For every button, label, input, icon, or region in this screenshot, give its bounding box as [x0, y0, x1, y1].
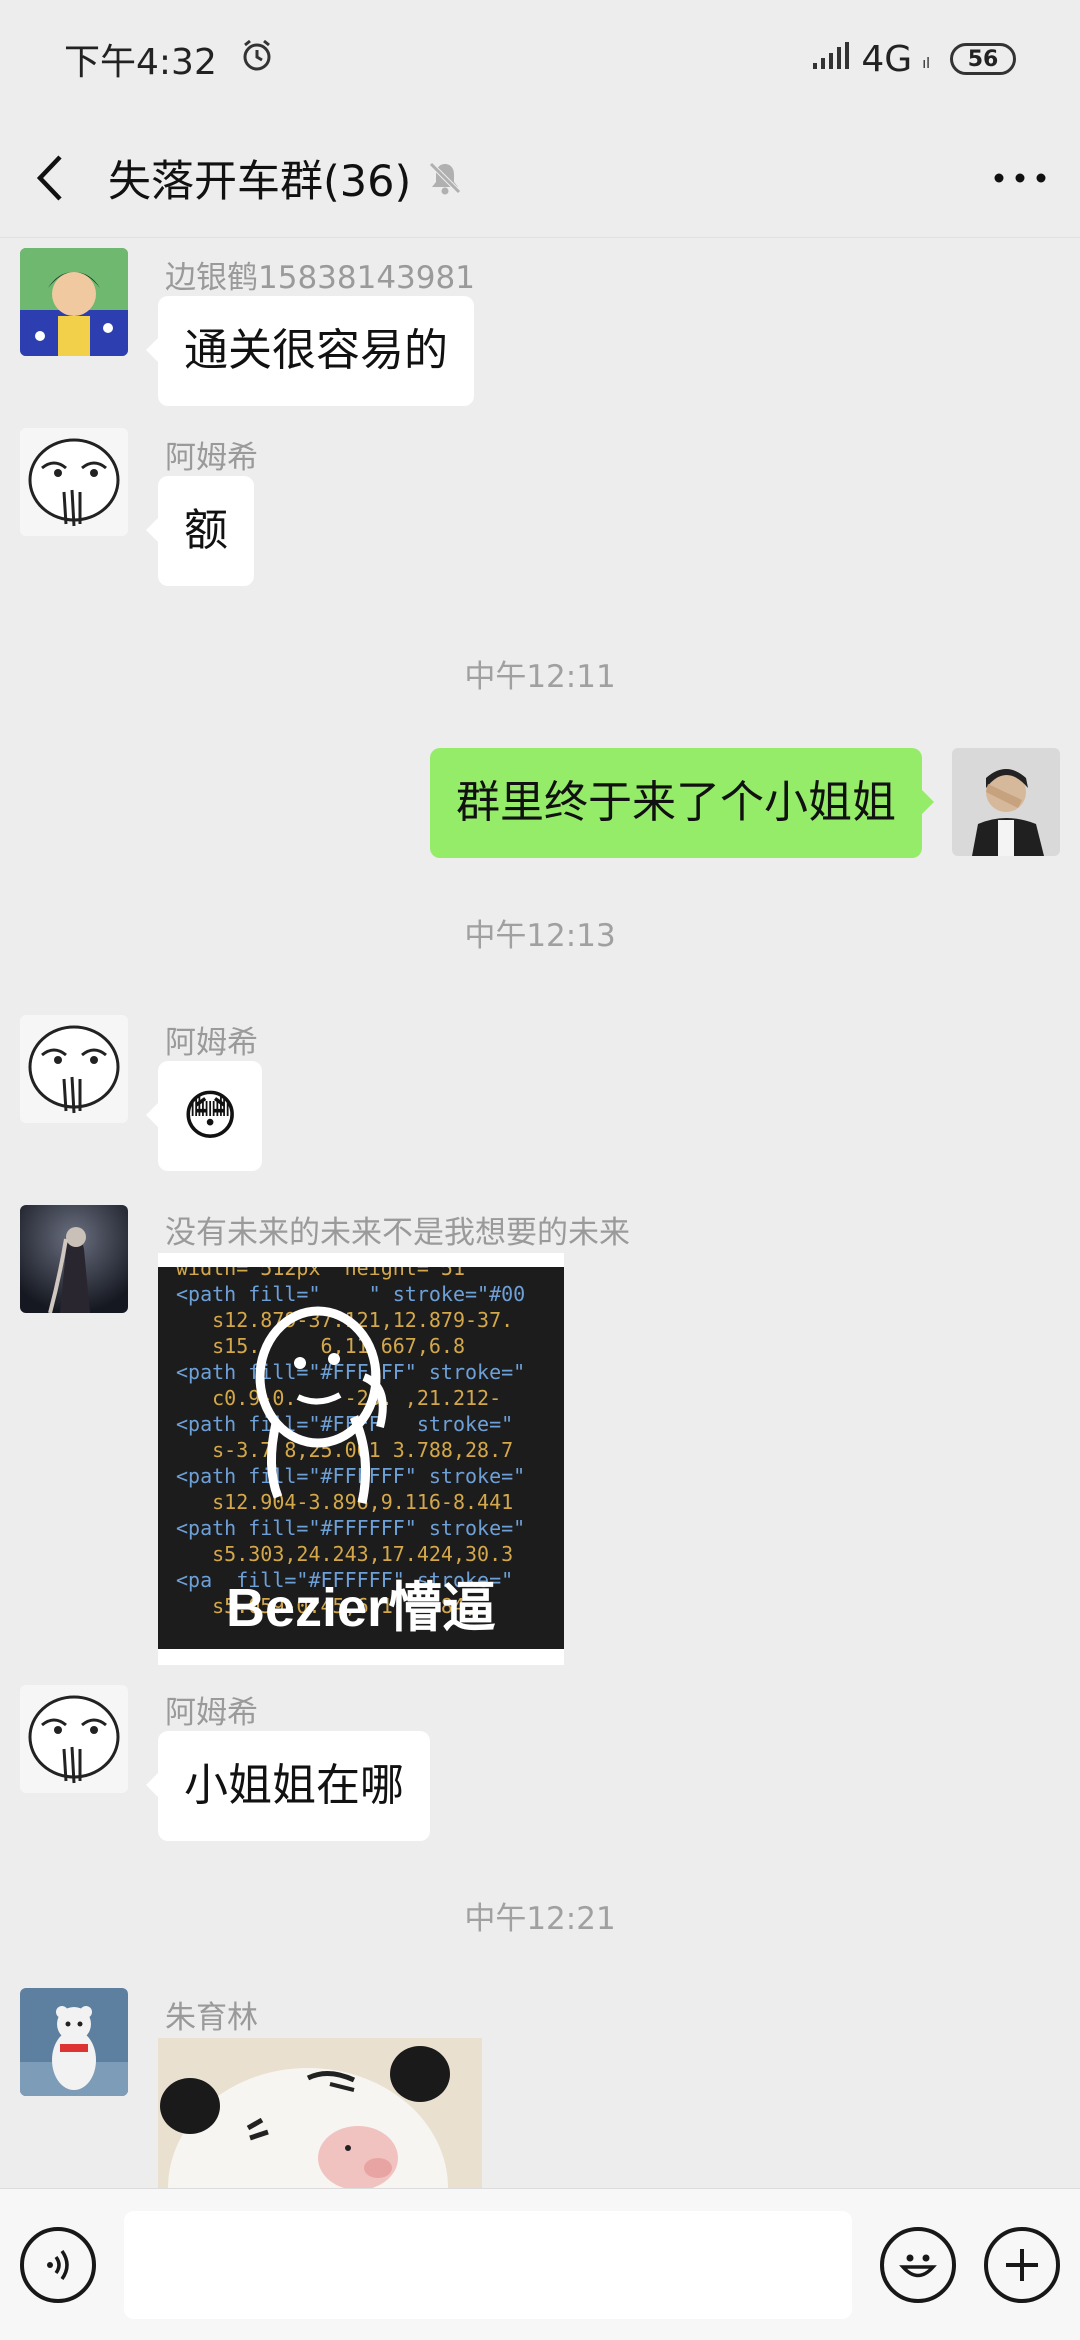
battery-indicator: 56 — [950, 43, 1016, 75]
message-bubble[interactable]: 通关很容易的 — [146, 296, 474, 406]
sender-name: 边银鹤15838143981 — [165, 260, 475, 296]
avatar[interactable] — [20, 1015, 128, 1123]
back-button[interactable] — [0, 118, 100, 238]
message-item: 群里终于来了个小姐姐 — [0, 748, 1080, 888]
sender-name: 朱育林 — [165, 2000, 258, 2036]
chat-title: 失落开车群(36) — [108, 156, 412, 207]
sticker-caption: Bezier懵逼 — [225, 1578, 497, 1638]
avatar[interactable] — [20, 248, 128, 356]
plus-button[interactable] — [984, 2226, 1060, 2303]
more-options-button[interactable] — [960, 118, 1080, 238]
more-icon — [994, 173, 1046, 182]
sender-name: 阿姆希 — [165, 1025, 258, 1061]
message-input[interactable] — [124, 2210, 852, 2319]
avatar[interactable] — [20, 428, 128, 536]
sticker-image[interactable]: width="512px" height="51 <path fill=" " s… — [158, 1253, 564, 1665]
chevron-left-icon — [36, 154, 62, 201]
signal-icon — [811, 39, 851, 80]
chat-header: 失落开车群(36) — [0, 118, 1080, 238]
mute-icon — [425, 158, 465, 198]
message-bubble[interactable]: 群里终于来了个小姐姐 — [430, 748, 934, 858]
alarm-icon — [239, 37, 275, 82]
time-divider: 中午12:21 — [464, 1901, 616, 1937]
panda-pig-icon — [158, 2038, 482, 2188]
network-activity: ıl — [922, 55, 930, 72]
message-item: 阿姆希 😳 — [0, 1003, 1080, 1193]
plus-icon — [1006, 2248, 1038, 2281]
message-item: 阿姆希 额 — [0, 428, 1080, 608]
emoji-button[interactable] — [880, 2226, 956, 2303]
sender-name: 没有未来的未来不是我想要的未来 — [165, 1215, 630, 1251]
smiley-icon — [899, 2254, 937, 2277]
status-bar: 下午4:32 4G ıl 56 — [0, 0, 1080, 118]
voice-button[interactable] — [20, 2226, 96, 2303]
message-item: 阿姆希 小姐姐在哪 — [0, 1673, 1080, 1853]
photo-image[interactable] — [158, 2038, 482, 2188]
flushed-face-icon: 😳 — [182, 1084, 239, 1147]
message-bubble[interactable]: 小姐姐在哪 — [146, 1731, 430, 1841]
message-item: 朱育林 — [0, 1988, 1080, 2188]
message-list[interactable]: 边银鹤15838143981 通关很容易的 阿姆希 额 中午12:11 群里终于… — [0, 238, 1080, 2188]
avatar[interactable] — [20, 1685, 128, 1793]
voice-icon — [47, 2249, 69, 2280]
avatar[interactable] — [20, 1205, 128, 1313]
emoji-bubble[interactable]: 😳 — [145, 1061, 263, 1171]
avatar[interactable] — [20, 1988, 128, 2096]
sender-name: 阿姆希 — [165, 1695, 258, 1731]
time-divider: 中午12:13 — [464, 918, 616, 954]
message-bubble[interactable]: 额 — [146, 476, 254, 586]
status-time: 下午4:32 — [64, 42, 217, 83]
time-divider: 中午12:11 — [464, 659, 616, 695]
avatar[interactable] — [952, 748, 1060, 856]
sender-name: 阿姆希 — [165, 440, 258, 476]
message-item: 边银鹤15838143981 通关很容易的 — [0, 238, 1080, 418]
input-bar — [0, 2188, 1080, 2340]
network-type: 4G — [861, 38, 913, 80]
